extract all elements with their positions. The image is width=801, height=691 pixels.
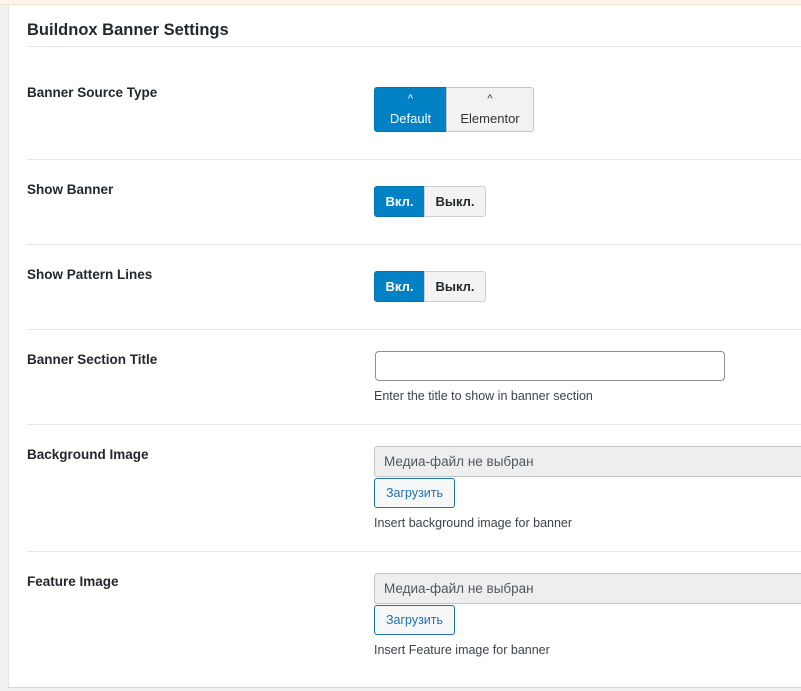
row-divider	[27, 159, 801, 160]
show-pattern-lines-off-button[interactable]: Выкл.	[424, 271, 486, 302]
show-banner-on-button[interactable]: Вкл.	[374, 186, 425, 217]
feature-image-upload-button[interactable]: Загрузить	[374, 605, 455, 635]
feature-image-label: Feature Image	[27, 574, 119, 589]
feature-image-media-field[interactable]: Медиа-файл не выбран	[374, 573, 801, 604]
banner-section-title-input[interactable]	[375, 351, 725, 381]
banner-section-title-description: Enter the title to show in banner sectio…	[374, 389, 593, 403]
panel-title: Buildnox Banner Settings	[27, 21, 229, 39]
caret-up-icon: ^	[407, 93, 414, 105]
banner-section-title-label: Banner Section Title	[27, 352, 158, 367]
banner-source-elementor-option[interactable]: ^ Elementor	[446, 87, 534, 132]
background-image-media-field[interactable]: Медиа-файл не выбран	[374, 446, 801, 477]
background-image-description: Insert background image for banner	[374, 516, 573, 530]
row-divider	[27, 329, 801, 330]
feature-image-description: Insert Feature image for banner	[374, 643, 550, 657]
banner-settings-panel: Buildnox Banner Settings Banner Source T…	[8, 5, 801, 688]
caret-up-icon: ^	[487, 93, 493, 105]
banner-source-default-label: Default	[389, 111, 432, 126]
row-divider	[27, 551, 801, 552]
row-divider	[27, 244, 801, 245]
show-banner-label: Show Banner	[27, 182, 114, 197]
row-divider	[27, 424, 801, 425]
show-pattern-lines-label: Show Pattern Lines	[27, 267, 153, 282]
show-pattern-lines-on-button[interactable]: Вкл.	[374, 271, 425, 302]
background-image-upload-button[interactable]: Загрузить	[374, 478, 455, 508]
banner-source-default-option[interactable]: ^ Default	[374, 87, 447, 132]
banner-source-type-label: Banner Source Type	[27, 85, 158, 100]
show-banner-off-button[interactable]: Выкл.	[424, 186, 486, 217]
background-image-label: Background Image	[27, 447, 149, 462]
title-divider	[27, 46, 801, 47]
banner-source-elementor-label: Elementor	[460, 111, 520, 126]
